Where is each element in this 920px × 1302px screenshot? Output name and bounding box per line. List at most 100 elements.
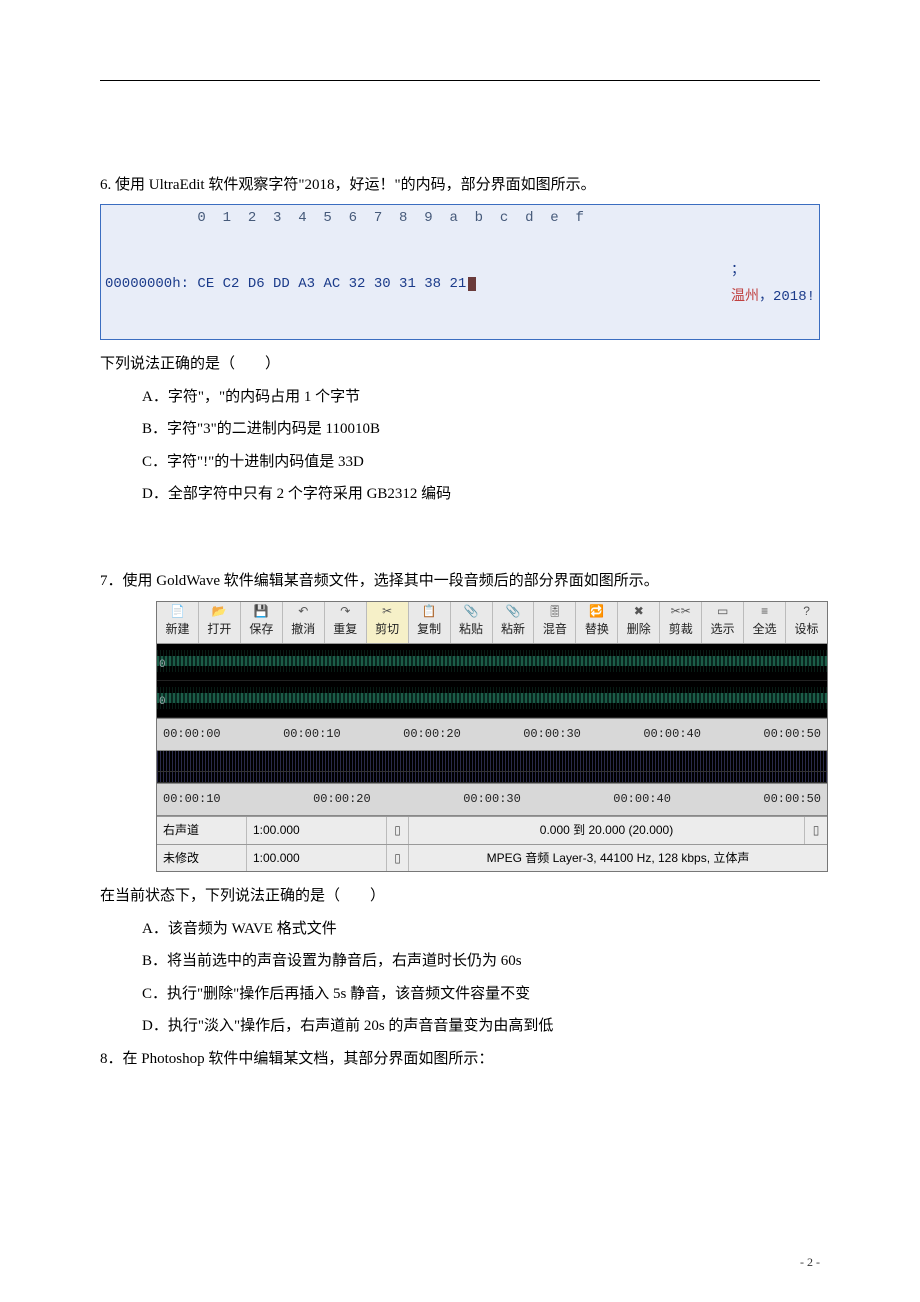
time-tick: 00:00:40 — [613, 788, 671, 811]
top-rule — [100, 80, 820, 81]
toolbar-icon: 📋 — [409, 604, 450, 618]
toolbar-label: 打开 — [207, 622, 231, 636]
channel-zero-label: 0 — [159, 692, 166, 713]
waveform-channel-right: 0 — [157, 681, 827, 718]
time-tick: 00:00:30 — [523, 723, 581, 746]
waveform-channel-left: 0 — [157, 644, 827, 681]
toolbar-复制-button[interactable]: 📋 复制 — [409, 602, 451, 643]
toolbar-label: 粘贴 — [459, 622, 483, 636]
hex-cursor — [468, 277, 476, 291]
q7-option-c: C．执行"删除"操作后再插入 5s 静音，该音频文件容量不变 — [142, 980, 820, 1009]
toolbar-label: 保存 — [249, 622, 273, 636]
status-row-1: 右声道 1:00.000 ▯ 0.000 到 20.000 (20.000) ▯ — [157, 816, 827, 844]
toolbar-剪裁-button[interactable]: ✂✂ 剪裁 — [660, 602, 702, 643]
q7-option-d: D．执行"淡入"操作后，右声道前 20s 的声音音量变为由高到低 — [142, 1012, 820, 1041]
toolbar-撤消-button[interactable]: ↶ 撤消 — [283, 602, 325, 643]
toolbar-label: 选示 — [711, 622, 735, 636]
toolbar-icon: ↶ — [283, 604, 324, 618]
toolbar-icon: 📄 — [157, 604, 198, 618]
q7-option-b: B．将当前选中的声音设置为静音后，右声道时长仍为 60s — [142, 947, 820, 976]
toolbar-icon: ↷ — [325, 604, 366, 618]
toolbar-icon: 📎 — [493, 604, 534, 618]
time-ruler-top: 00:00:0000:00:1000:00:2000:00:3000:00:40… — [157, 718, 827, 751]
time-tick: 00:00:20 — [403, 723, 461, 746]
hex-row: 00000000h: CE C2 D6 DD A3 AC 32 30 31 38… — [105, 231, 815, 337]
toolbar-删除-button[interactable]: ✖ 删除 — [618, 602, 660, 643]
toolbar-粘贴-button[interactable]: 📎 粘贴 — [451, 602, 493, 643]
time-tick: 00:00:10 — [163, 788, 221, 811]
q8-text: 8．在 Photoshop 软件中编辑某文档，其部分界面如图所示： — [100, 1045, 820, 1074]
toolbar-label: 设标 — [795, 622, 819, 636]
hex-bytes: CE C2 D6 DD A3 AC 32 30 31 38 21 — [189, 271, 466, 298]
toolbar-icon: 📂 — [199, 604, 240, 618]
toolbar-重复-button[interactable]: ↷ 重复 — [325, 602, 367, 643]
toolbar-icon: 🔁 — [576, 604, 617, 618]
hex-decoded: ； 温州，2018! — [664, 231, 815, 337]
toolbar-剪切-button[interactable]: ✂剪切 — [367, 602, 409, 643]
time-tick: 00:00:50 — [763, 723, 821, 746]
toolbar-icon: ≡ — [744, 604, 785, 618]
toolbar-label: 替换 — [585, 622, 609, 636]
q6-option-a: A．字符"，"的内码占用 1 个字节 — [142, 383, 820, 412]
toolbar-icon: 💾 — [241, 604, 282, 618]
status-modified: 未修改 — [157, 845, 247, 872]
toolbar-粘新-button[interactable]: 📎 粘新 — [493, 602, 535, 643]
status-time: 1:00.000 — [247, 817, 387, 844]
toolbar-icon: ✂✂ — [660, 604, 701, 618]
q6-option-c: C．字符"!"的十进制内码值是 33D — [142, 448, 820, 477]
document-page: 6. 使用 UltraEdit 软件观察字符"2018，好运！"的内码，部分界面… — [0, 0, 920, 1302]
toolbar-icon: ✖ — [618, 604, 659, 618]
toolbar-选示-button[interactable]: ▭ 选示 — [702, 602, 744, 643]
toolbar-label: 新建 — [165, 622, 189, 636]
q6-options: A．字符"，"的内码占用 1 个字节 B．字符"3"的二进制内码是 110010… — [100, 383, 820, 509]
toolbar-label: 粘新 — [501, 622, 525, 636]
time-tick: 00:00:00 — [163, 723, 221, 746]
hex-column-header: 0 1 2 3 4 5 6 7 8 9 a b c d e f — [105, 205, 815, 232]
time-tick: 00:00:20 — [313, 788, 371, 811]
toolbar-混音-button[interactable]: 🎚 混音 — [534, 602, 576, 643]
q7-options: A．该音频为 WAVE 格式文件 B．将当前选中的声音设置为静音后，右声道时长仍… — [100, 915, 820, 1041]
toolbar-label: 全选 — [753, 622, 777, 636]
toolbar-全选-button[interactable]: ≡ 全选 — [744, 602, 786, 643]
toolbar-icon: ✂ — [367, 604, 408, 618]
status-time: 1:00.000 — [247, 845, 387, 872]
q7-text: 7．使用 GoldWave 软件编辑某音频文件，选择其中一段音频后的部分界面如图… — [100, 567, 820, 596]
waveform-area: 0 0 — [157, 644, 827, 718]
goldwave-toolbar: 📄 新建 📂 打开 💾 保存 ↶ 撤消 ↷ 重复 ✂剪切📋 复制 📎 粘贴 📎 粘新 🎚 混音 🔁 替换 ✖ 删除 ✂✂ 剪裁… — [157, 602, 827, 644]
toolbar-icon: 📎 — [451, 604, 492, 618]
marker-icon: ▯ — [387, 817, 409, 844]
toolbar-label: 复制 — [417, 622, 441, 636]
toolbar-保存-button[interactable]: 💾 保存 — [241, 602, 283, 643]
toolbar-label: 剪裁 — [669, 622, 693, 636]
q7-option-a: A．该音频为 WAVE 格式文件 — [142, 915, 820, 944]
toolbar-新建-button[interactable]: 📄 新建 — [157, 602, 199, 643]
spacer — [100, 513, 820, 567]
time-tick: 00:00:50 — [763, 788, 821, 811]
channel-zero-label: 0 — [159, 655, 166, 676]
time-ruler-bottom: 00:00:10 00:00:20 00:00:30 00:00:40 00:00:50 — [157, 783, 827, 816]
status-channel: 右声道 — [157, 817, 247, 844]
hex-decoded-sep: ； — [731, 263, 745, 279]
toolbar-label: 删除 — [627, 622, 651, 636]
toolbar-icon: 🎚 — [534, 604, 575, 618]
hex-decoded-tail: ，2018! — [759, 289, 815, 305]
toolbar-label: 混音 — [543, 622, 567, 636]
goldwave-window: 📄 新建 📂 打开 💾 保存 ↶ 撤消 ↷ 重复 ✂剪切📋 复制 📎 粘贴 📎 粘新 🎚 混音 🔁 替换 ✖ 删除 ✂✂ 剪裁… — [156, 601, 828, 872]
q6-option-b: B．字符"3"的二进制内码是 110010B — [142, 415, 820, 444]
overview-strip — [157, 751, 827, 772]
toolbar-label: 撤消 — [291, 622, 315, 636]
time-tick: 00:00:40 — [643, 723, 701, 746]
ultraedit-hex-view: 0 1 2 3 4 5 6 7 8 9 a b c d e f 00000000… — [100, 204, 820, 341]
toolbar-label: 重复 — [333, 622, 357, 636]
toolbar-替换-button[interactable]: 🔁 替换 — [576, 602, 618, 643]
overview-strip — [157, 772, 827, 783]
status-row-2: 未修改 1:00.000 ▯ MPEG 音频 Layer-3, 44100 Hz… — [157, 844, 827, 872]
toolbar-设标-button[interactable]: ?设标 — [786, 602, 827, 643]
toolbar-打开-button[interactable]: 📂 打开 — [199, 602, 241, 643]
time-tick: 00:00:30 — [463, 788, 521, 811]
toolbar-icon: ▭ — [702, 604, 743, 618]
q6-text: 6. 使用 UltraEdit 软件观察字符"2018，好运！"的内码，部分界面… — [100, 171, 820, 200]
hex-decoded-zh: 温州 — [731, 289, 759, 305]
status-selection: 0.000 到 20.000 (20.000) — [409, 817, 805, 844]
q6-prompt: 下列说法正确的是（ ） — [100, 350, 820, 379]
